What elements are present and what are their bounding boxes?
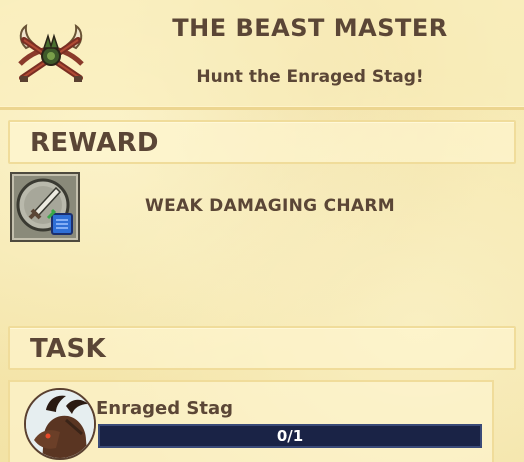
quest-title: THE BEAST MASTER — [172, 14, 448, 42]
task-header-label: TASK — [30, 334, 106, 364]
reward-section-header: REWARD — [8, 120, 516, 164]
reward-item-name: WEAK DAMAGING CHARM — [145, 196, 395, 216]
task-progress-text: 0/1 — [276, 427, 304, 445]
reward-header-label: REWARD — [30, 128, 159, 158]
quest-subtitle: Hunt the Enraged Stag! — [196, 67, 424, 87]
crossed-bows-horns-emblem-icon — [12, 18, 90, 96]
task-progress-bar: 0/1 — [98, 424, 482, 448]
task-row: Enraged Stag 0/1 — [8, 380, 494, 462]
task-section-header: TASK — [8, 326, 516, 370]
reward-item-slot[interactable] — [10, 172, 80, 242]
task-target-name: Enraged Stag — [96, 398, 233, 419]
sword-charm-icon — [16, 178, 73, 235]
quest-header: THE BEAST MASTER Hunt the Enraged Stag! — [0, 0, 524, 110]
stag-portrait-icon — [24, 388, 96, 460]
